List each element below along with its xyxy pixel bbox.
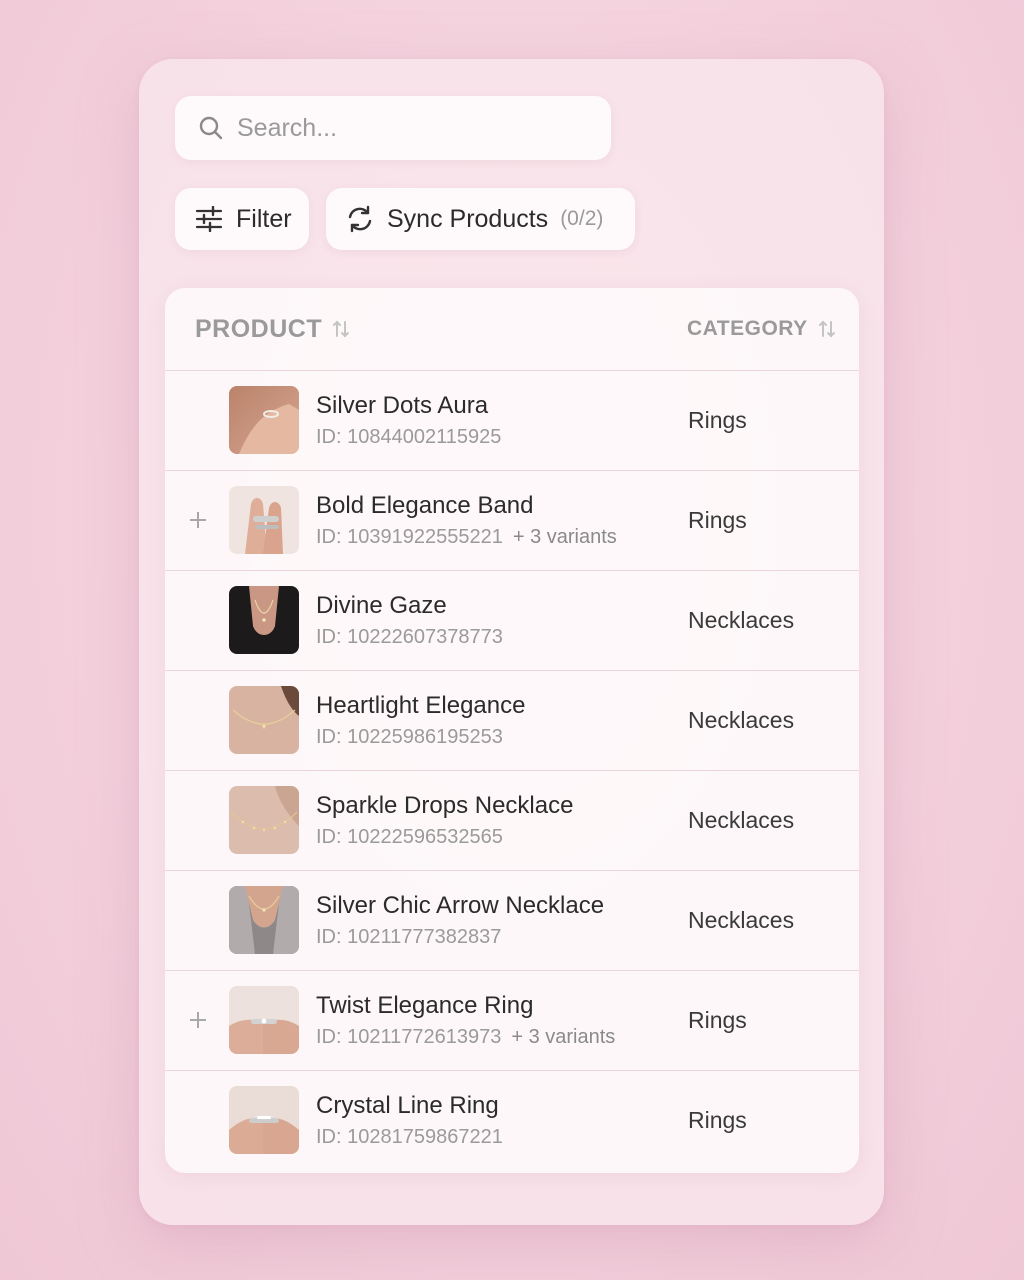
product-name: Sparkle Drops Necklace — [316, 792, 574, 819]
refresh-icon — [345, 204, 375, 234]
product-category: Necklaces — [688, 807, 795, 833]
product-name: Twist Elegance Ring — [316, 992, 534, 1019]
column-header-product[interactable]: PRODUCT — [195, 288, 350, 370]
sync-products-button[interactable]: Sync Products (0/2) — [326, 188, 635, 250]
product-category: Rings — [688, 507, 747, 533]
product-thumbnail — [229, 1086, 299, 1154]
search-icon — [197, 114, 225, 142]
product-id-text: ID: 10225986195253 — [316, 726, 503, 748]
product-category: Rings — [688, 407, 747, 433]
column-header-category[interactable]: CATEGORY — [687, 288, 836, 370]
product-id-text: ID: 10844002115925 — [316, 426, 502, 448]
table-row[interactable]: Twist Elegance Ring ID: 10211772613973 + … — [165, 971, 859, 1071]
sort-arrows-icon[interactable] — [818, 319, 836, 339]
product-id-text: ID: 10222596532565 — [316, 826, 503, 848]
product-thumbnail — [229, 686, 299, 754]
product-id: ID: 10844002115925 — [316, 426, 501, 449]
product-id: ID: 10391922555221 + 3 variants — [316, 526, 617, 549]
table-row[interactable]: Crystal Line Ring ID: 10281759867221 Rin… — [165, 1071, 859, 1170]
filter-button[interactable]: Filter — [175, 188, 309, 250]
product-category: Necklaces — [688, 607, 795, 633]
table-row[interactable]: Silver Chic Arrow Necklace ID: 102117773… — [165, 871, 859, 971]
product-id-text: ID: 10281759867221 — [316, 1126, 503, 1148]
product-thumbnail — [229, 586, 299, 654]
product-name: Silver Dots Aura — [316, 392, 489, 419]
product-category: Rings — [688, 1007, 747, 1033]
product-id: ID: 10211772613973 + 3 variants — [316, 1026, 615, 1049]
table-header: PRODUCT CATEGORY — [165, 288, 859, 371]
table-row[interactable]: Silver Dots Aura ID: 10844002115925 Ring… — [165, 371, 859, 471]
product-id-text: ID: 10222607378773 — [316, 626, 503, 648]
table-row[interactable]: Sparkle Drops Necklace ID: 1022259653256… — [165, 771, 859, 871]
product-id-text: ID: 10211777382837 — [316, 926, 502, 948]
products-table: PRODUCT CATEGORY Silver Dots Aura ID: 10… — [165, 288, 859, 1173]
column-product-label: PRODUCT — [195, 314, 323, 343]
sync-products-label: Sync Products — [387, 204, 549, 233]
product-thumbnail — [229, 386, 299, 454]
product-category: Rings — [688, 1107, 747, 1133]
sort-arrows-icon[interactable] — [332, 319, 350, 339]
product-thumbnail — [229, 886, 299, 954]
expand-plus-icon[interactable] — [185, 507, 211, 533]
product-name: Divine Gaze — [316, 592, 447, 619]
table-row[interactable]: Heartlight Elegance ID: 10225986195253 N… — [165, 671, 859, 771]
variants-count: + 3 variants — [511, 1026, 616, 1048]
product-id: ID: 10222596532565 — [316, 826, 503, 849]
product-name: Crystal Line Ring — [316, 1092, 499, 1119]
product-category: Necklaces — [688, 707, 795, 733]
product-id: ID: 10225986195253 — [316, 726, 503, 749]
variants-count: + 3 variants — [512, 526, 617, 548]
product-category: Necklaces — [688, 907, 795, 933]
product-name: Bold Elegance Band — [316, 492, 534, 519]
product-thumbnail — [229, 986, 299, 1054]
product-name: Heartlight Elegance — [316, 692, 526, 719]
expand-plus-icon[interactable] — [185, 1007, 211, 1033]
table-row[interactable]: Divine Gaze ID: 10222607378773 Necklaces — [165, 571, 859, 671]
product-id: ID: 10281759867221 — [316, 1126, 503, 1149]
product-id: ID: 10222607378773 — [316, 626, 503, 649]
column-category-label: CATEGORY — [687, 317, 808, 340]
sync-count: (0/2) — [560, 207, 604, 230]
product-thumbnail — [229, 786, 299, 854]
search-box[interactable] — [175, 96, 611, 160]
product-panel: Filter Sync Products (0/2) PRODUCT — [139, 59, 884, 1225]
product-thumbnail — [229, 486, 299, 554]
product-id-text: ID: 10391922555221 — [316, 526, 503, 548]
filter-label: Filter — [236, 204, 292, 233]
product-id: ID: 10211777382837 — [316, 926, 501, 949]
product-id-text: ID: 10211772613973 — [316, 1026, 502, 1048]
table-row[interactable]: Bold Elegance Band ID: 10391922555221 + 3… — [165, 471, 859, 571]
product-name: Silver Chic Arrow Necklace — [316, 892, 605, 919]
search-input[interactable] — [235, 112, 579, 144]
sliders-icon — [194, 204, 224, 234]
